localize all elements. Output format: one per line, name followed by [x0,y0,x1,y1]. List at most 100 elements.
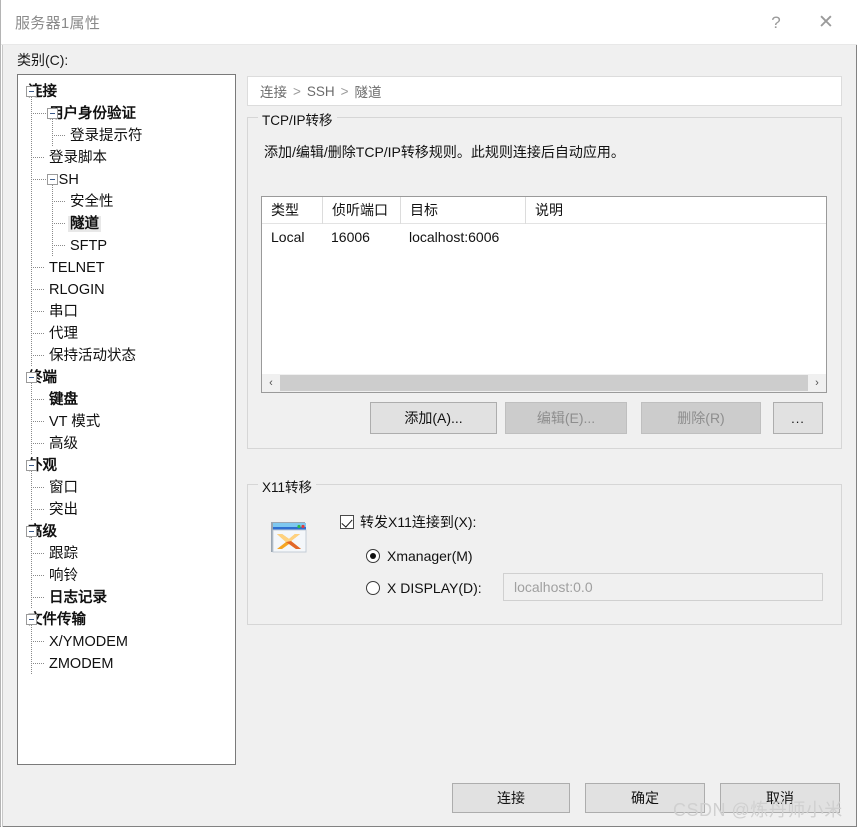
connect-button[interactable]: 连接 [452,783,570,813]
forward-x11-checkbox[interactable] [340,515,354,529]
tree-item[interactable]: 连接 [18,81,235,103]
table-cell [525,224,825,249]
tree-item-label: SFTP [70,237,108,254]
tree-item[interactable]: VT 模式 [18,411,235,433]
tree-item-label: 跟踪 [49,545,78,562]
ok-button[interactable]: 确定 [585,783,705,813]
xdisplay-radio-row[interactable]: X DISPLAY(D): [366,580,482,596]
tree-item[interactable]: 登录提示符 [18,125,235,147]
tree-item-label: 高级 [49,435,78,452]
collapse-toggle-icon[interactable] [26,86,37,97]
xmanager-radio-label: Xmanager(M) [387,548,473,564]
collapse-toggle-icon[interactable] [26,372,37,383]
tree-guide-line [31,97,32,366]
tree-item[interactable]: ZMODEM [18,653,235,675]
collapse-toggle-icon[interactable] [47,174,58,185]
tree-item-label: 串口 [49,303,78,320]
delete-rule-button[interactable]: 删除(R) [641,402,761,434]
tree-guide-line [31,289,44,290]
tree-item-label: 日志记录 [49,589,107,606]
table-column-header[interactable]: 侦听端口 [322,196,400,224]
breadcrumb-separator-icon: > [293,83,301,99]
tree-item-label: 窗口 [49,479,78,496]
edit-rule-button[interactable]: 编辑(E)... [505,402,627,434]
tree-item[interactable]: 登录脚本 [18,147,235,169]
cancel-button[interactable]: 取消 [720,783,840,813]
tree-item[interactable]: 高级 [18,521,235,543]
tree-item[interactable]: 键盘 [18,389,235,411]
tree-item[interactable]: RLOGIN [18,279,235,301]
scroll-right-icon[interactable]: › [808,374,826,392]
tree-item[interactable]: 高级 [18,433,235,455]
title-bar: 服务器1属性 ? ✕ [1,0,857,45]
breadcrumb: 连接 > SSH > 隧道 [247,76,842,106]
table-column-header[interactable]: 类型 [262,197,322,224]
tree-item[interactable]: 终端 [18,367,235,389]
tree-item[interactable]: 窗口 [18,477,235,499]
table-column-header[interactable]: 目标 [400,196,525,224]
tree-item[interactable]: SFTP [18,235,235,257]
collapse-toggle-icon[interactable] [26,614,37,625]
scrollbar-track[interactable] [280,374,808,392]
tree-guide-line [31,663,44,664]
tree-guide-line [52,135,65,136]
scrollbar-thumb[interactable] [280,375,808,391]
tree-item[interactable]: 安全性 [18,191,235,213]
tree-guide-line [31,421,44,422]
help-icon[interactable]: ? [753,0,799,45]
tree-item[interactable]: 串口 [18,301,235,323]
tree-item-label: 突出 [49,501,78,518]
tree-item[interactable]: 突出 [18,499,235,521]
xdisplay-radio[interactable] [366,581,380,595]
forward-x11-checkbox-row[interactable]: 转发X11连接到(X): [340,512,476,532]
close-icon[interactable]: ✕ [803,0,849,45]
xdisplay-radio-label: X DISPLAY(D): [387,580,482,596]
table-body[interactable]: Local 16006 localhost:6006 [262,224,826,249]
tree-item-label: ZMODEM [49,655,114,672]
collapse-toggle-icon[interactable] [26,526,37,537]
tree-item[interactable]: 代理 [18,323,235,345]
more-options-button[interactable]: ... [773,402,823,434]
category-tree[interactable]: 连接 用户身份验证 登录提示符 登录脚本 SSH 安全性 隧道 SFTP TELNET RLOGI… [17,74,236,765]
add-rule-button[interactable]: 添加(A)... [370,402,497,434]
xmanager-radio-row[interactable]: Xmanager(M) [366,548,473,564]
xdisplay-input[interactable]: localhost:0.0 [503,573,823,601]
tree-guide-line [31,311,44,312]
breadcrumb-part-tunnel[interactable]: 隧道 [355,81,382,101]
collapse-toggle-icon[interactable] [47,108,58,119]
breadcrumb-part-ssh[interactable]: SSH [307,84,335,99]
tree-item[interactable]: 隧道 [18,213,235,235]
table-column-header[interactable]: 说明 [525,196,825,224]
tree-guide-line [31,641,44,642]
tree-guide-line [31,625,32,674]
tree-item[interactable]: 响铃 [18,565,235,587]
tree-item[interactable]: SSH [18,169,235,191]
xmanager-icon [268,518,312,562]
tree-item[interactable]: X/YMODEM [18,631,235,653]
xmanager-radio[interactable] [366,549,380,563]
tree-item[interactable]: 文件传输 [18,609,235,631]
tree-item[interactable]: 日志记录 [18,587,235,609]
tree-item-label: RLOGIN [49,281,105,298]
tree-guide-line [52,119,53,146]
scroll-left-icon[interactable]: ‹ [262,374,280,392]
collapse-toggle-icon[interactable] [26,460,37,471]
tree-guide-line [31,179,46,180]
tree-guide-line [31,487,44,488]
tree-guide-line [31,443,44,444]
forwarding-rules-table[interactable]: 类型 侦听端口 目标 说明 Local 16006 localhost:6006 ‹ › [261,196,827,393]
breadcrumb-part-connection[interactable]: 连接 [260,81,287,101]
tcpip-forwarding-group: TCP/IP转移 添加/编辑/删除TCP/IP转移规则。此规则连接后自动应用。 … [247,109,842,449]
tree-item[interactable]: 跟踪 [18,543,235,565]
tree-item[interactable]: 用户身份验证 [18,103,235,125]
category-label: 类别(C): [17,52,69,68]
tree-item[interactable]: 保持活动状态 [18,345,235,367]
table-cell: Local [271,228,305,245]
tree-item[interactable]: 外观 [18,455,235,477]
table-row[interactable]: Local 16006 localhost:6006 [262,224,826,249]
tree-guide-line [31,113,46,114]
horizontal-scrollbar[interactable]: ‹ › [262,373,826,392]
forward-x11-label: 转发X11连接到(X): [360,514,477,530]
tree-item[interactable]: TELNET [18,257,235,279]
tree-item-label: X/YMODEM [49,633,128,650]
